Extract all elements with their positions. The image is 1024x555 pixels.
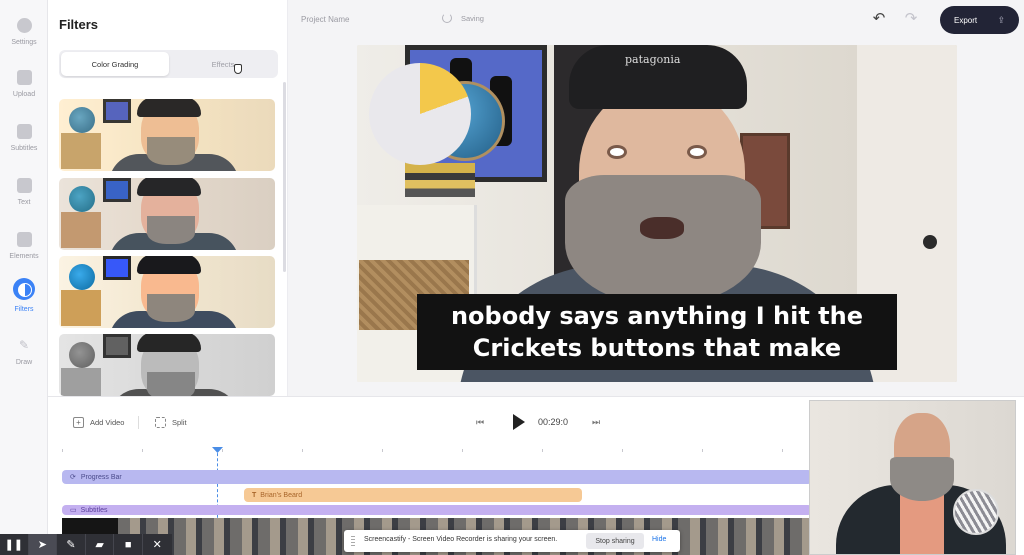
top-bar: Project Name Saving ↶ ↷ Export ⇪ [289, 0, 1024, 40]
sync-icon [442, 13, 452, 23]
caption-line: Crickets buttons that make [472, 334, 842, 362]
export-label: Export [954, 15, 978, 25]
panel-scrollbar[interactable] [283, 82, 286, 272]
screen-share-notification: Screencastify - Screen Video Recorder is… [344, 530, 680, 552]
current-time: 00:29:0 [538, 417, 569, 427]
left-toolbar: Settings Upload Subtitles Text Elements … [0, 0, 48, 555]
sidebar-item-subtitles[interactable]: Subtitles [0, 118, 48, 168]
share-message: Screencastify - Screen Video Recorder is… [364, 536, 558, 543]
subtitle-caption[interactable]: nobody says anything I hit the Crickets … [417, 294, 897, 370]
sidebar-item-text[interactable]: Text [0, 172, 48, 222]
filter-thumbnail[interactable] [59, 99, 275, 171]
tab-color-grading[interactable]: Color Grading [61, 52, 169, 76]
hide-button[interactable]: Hide [652, 536, 666, 543]
sidebar-item-label: Text [17, 199, 31, 206]
video-preview[interactable]: patagonia nobody says anything I hit the… [357, 45, 957, 382]
microphone [953, 489, 999, 535]
panel-title: Filters [59, 17, 99, 32]
sidebar-item-settings[interactable]: Settings [0, 12, 48, 62]
sidebar-item-label: Upload [12, 91, 36, 98]
tab-effects[interactable]: Effects [169, 52, 277, 76]
pause-icon[interactable]: ❚❚ [0, 534, 29, 555]
pie-chart-overlay[interactable] [369, 63, 471, 165]
split-icon [155, 417, 166, 428]
filter-thumbnail[interactable] [59, 178, 275, 250]
subtitles-icon: ▭ [70, 507, 77, 514]
close-icon[interactable]: ✕ [143, 534, 172, 555]
pointer-icon[interactable]: ➤ [28, 534, 58, 555]
split-button[interactable]: Split [155, 417, 187, 428]
stop-sharing-button[interactable]: Stop sharing [586, 533, 644, 549]
redo-icon[interactable]: ↷ [901, 10, 921, 28]
undo-icon[interactable]: ↶ [869, 10, 889, 28]
pencil-icon: ✎ [18, 338, 30, 352]
filter-tabs: Color Grading Effects [59, 50, 278, 78]
track-progress-bar[interactable]: ⟳ Progress Bar [62, 470, 812, 484]
cap-logo: patagonia [625, 53, 681, 66]
sidebar-item-label: Draw [15, 359, 33, 366]
filter-thumbnail[interactable] [59, 334, 275, 396]
track-subtitles[interactable]: ▭ Subtitles [62, 505, 812, 515]
shapes-icon [16, 232, 32, 247]
sidebar-item-label: Subtitles [10, 145, 38, 152]
sidebar-item-elements[interactable]: Elements [0, 226, 48, 276]
skip-back-icon[interactable]: ⏮ [476, 417, 484, 428]
webcam-overlay [809, 400, 1016, 555]
gear-icon [16, 18, 32, 33]
refresh-icon: ⟳ [70, 474, 76, 481]
drag-handle-icon[interactable] [351, 536, 355, 546]
sidebar-item-filters[interactable]: Filters [0, 276, 48, 326]
sidebar-item-label: Settings [11, 39, 37, 46]
project-name-field[interactable]: Project Name [301, 15, 349, 24]
upload-icon: ⇪ [997, 15, 1005, 25]
text-icon: T [252, 491, 257, 499]
text-icon [16, 178, 32, 193]
plus-icon: + [73, 417, 84, 428]
track-brians-beard[interactable]: T Brian's Beard [244, 488, 582, 502]
recorder-toolbar: ❚❚ ➤ ✎ ▰ ■ ✕ [0, 534, 172, 555]
sidebar-item-label: Filters [14, 306, 34, 313]
mouse-cursor-icon [234, 64, 242, 74]
sidebar-item-upload[interactable]: Upload [0, 64, 48, 114]
subtitles-icon [16, 124, 32, 139]
filters-icon [13, 278, 35, 300]
pen-icon[interactable]: ✎ [57, 534, 86, 555]
playhead-line [217, 448, 218, 528]
time-ruler[interactable] [62, 449, 812, 457]
divider [138, 416, 139, 429]
caption-line: nobody says anything I hit the [450, 302, 864, 330]
save-status: Saving [461, 14, 484, 23]
filters-panel: Filters Color Grading Effects [48, 0, 288, 396]
image-icon [16, 70, 32, 85]
play-icon[interactable] [513, 414, 525, 430]
filter-thumbnail[interactable] [59, 256, 275, 328]
camera-icon[interactable]: ■ [114, 534, 143, 555]
eraser-icon[interactable]: ▰ [86, 534, 115, 555]
skip-forward-icon[interactable]: ⏭ [592, 417, 600, 428]
sidebar-item-draw[interactable]: ✎ Draw [0, 332, 48, 382]
export-button[interactable]: Export ⇪ [940, 6, 1019, 34]
add-video-button[interactable]: + Add Video [73, 417, 124, 428]
sidebar-item-label: Elements [9, 253, 39, 260]
